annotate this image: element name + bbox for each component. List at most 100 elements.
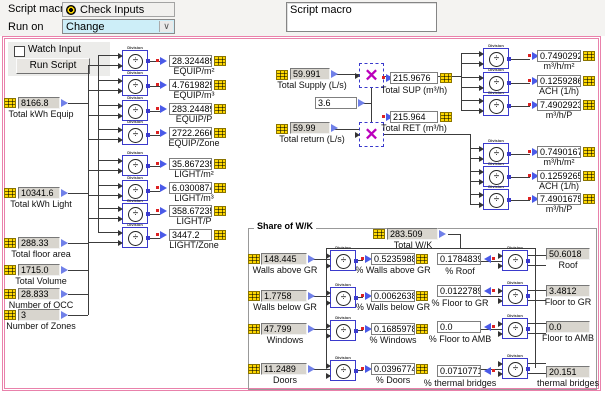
divide-node[interactable]: Division÷	[122, 180, 148, 201]
output-00122789[interactable]: 0.0122789	[437, 285, 481, 297]
wire	[509, 200, 530, 201]
label-total-ret-m-h: Total RET (m³/h)	[372, 124, 456, 133]
watch-icon	[214, 230, 226, 240]
divide-icon: ÷	[128, 159, 143, 174]
in-arrow-icon	[156, 129, 167, 137]
node-caption: Division	[491, 246, 539, 250]
divide-node[interactable]: Division÷	[122, 75, 148, 96]
input-81668[interactable]: 8166.8	[18, 97, 60, 109]
label-total-return-l-s: Total return (L/s)	[267, 135, 357, 144]
divide-node[interactable]: Division÷	[122, 227, 148, 248]
node-input-arrow	[326, 363, 331, 369]
label-m-h-p: m³/h/P	[520, 111, 598, 120]
out-arrow-icon	[61, 266, 68, 274]
divide-icon: ÷	[128, 128, 143, 143]
run-script-button[interactable]: Run Script	[16, 58, 90, 74]
input-59991[interactable]: 59.991	[290, 68, 330, 80]
wire	[98, 55, 120, 56]
out-arrow-icon	[358, 99, 365, 107]
output-36[interactable]: 3.6	[315, 97, 357, 109]
label-total-volume: Total Volume	[0, 277, 82, 286]
divide-node[interactable]: Division÷	[483, 72, 509, 93]
input-34812[interactable]: 3.4812	[546, 285, 590, 297]
divide-node[interactable]: Division÷	[502, 358, 528, 379]
node-output-port	[526, 327, 530, 331]
output-00396774[interactable]: 0.0396774	[371, 363, 415, 375]
node-output-port	[146, 59, 150, 63]
run-on-label: Run on	[8, 21, 43, 33]
output-00710771[interactable]: 0.0710771	[437, 365, 481, 377]
divide-icon: ÷	[508, 362, 523, 377]
node-input-arrow	[118, 88, 123, 94]
watch-icon	[416, 254, 428, 264]
divide-node[interactable]: Division÷	[122, 50, 148, 71]
node-input-arrow	[118, 53, 123, 59]
watch-icon	[4, 289, 16, 299]
chevron-down-icon[interactable]: ∨	[159, 21, 173, 32]
divide-node[interactable]: Division÷	[122, 155, 148, 176]
watch-icon	[583, 171, 595, 181]
watch-icon	[248, 291, 260, 301]
divide-node[interactable]: Division÷	[122, 203, 148, 224]
wire	[98, 129, 120, 130]
input-17758[interactable]: 1.7758	[261, 290, 307, 302]
divide-icon: ÷	[128, 104, 143, 119]
input-5999[interactable]: 59.99	[290, 122, 330, 134]
run-on-dropdown[interactable]: Change ∨	[62, 19, 175, 34]
input-00[interactable]: 0.0	[546, 321, 590, 333]
node-caption: Division	[472, 139, 520, 143]
output-01784839[interactable]: 0.1784839	[437, 253, 481, 265]
wire	[528, 323, 546, 324]
wire	[461, 110, 481, 111]
wire	[68, 315, 88, 316]
input-28833[interactable]: 28.833	[18, 288, 60, 300]
output-2159676[interactable]: 215.9676	[390, 72, 438, 84]
wire	[98, 80, 120, 81]
input-47799[interactable]: 47.799	[261, 323, 307, 335]
input-28833[interactable]: 288.33	[18, 237, 60, 249]
divide-icon: ÷	[128, 207, 143, 222]
label-m-h-m: m³/h/m²	[520, 158, 598, 167]
label-equip-zone: EQUIP/Zone	[148, 139, 240, 148]
node-output-port	[507, 104, 511, 108]
input-103416[interactable]: 10341.6	[18, 187, 60, 199]
divide-node[interactable]: Division÷	[483, 143, 509, 164]
check-inputs-button[interactable]: Check Inputs	[62, 2, 175, 17]
divide-node[interactable]: Division÷	[483, 189, 509, 210]
label-floor-to-gr: % Floor to GR	[408, 299, 512, 308]
in-arrow-icon	[156, 231, 167, 239]
divide-node[interactable]: Division÷	[483, 166, 509, 187]
label-floor-to-amb: % Floor to AMB	[408, 335, 512, 344]
script-macro-window: Script macro Check Inputs Run on Change …	[0, 0, 605, 400]
wire	[461, 53, 481, 54]
input-20151[interactable]: 20.151	[546, 366, 590, 378]
divide-node[interactable]: Division÷	[122, 100, 148, 121]
output-215964[interactable]: 215.964	[390, 111, 438, 123]
input-506018[interactable]: 50.6018	[546, 248, 590, 260]
input-3[interactable]: 3	[18, 309, 60, 321]
divide-node[interactable]: Division÷	[483, 48, 509, 69]
wire	[461, 53, 462, 110]
input-17150[interactable]: 1715.0	[18, 264, 60, 276]
wire	[384, 134, 470, 135]
wire	[509, 83, 530, 84]
watch-icon	[214, 206, 226, 216]
in-arrow-icon	[484, 255, 495, 263]
input-283509[interactable]: 283.509	[387, 228, 438, 240]
label-total-kwh-light: Total kWh Light	[0, 200, 82, 209]
input-112489[interactable]: 11.2489	[261, 363, 307, 375]
input-148445[interactable]: 148.445	[261, 253, 307, 265]
divide-node[interactable]: Division÷	[483, 95, 509, 116]
wire	[98, 160, 120, 161]
out-arrow-icon	[439, 230, 446, 238]
watch-input-checkbox[interactable]	[14, 46, 25, 57]
output-00[interactable]: 0.0	[437, 321, 481, 333]
output-01685978[interactable]: 0.1685978	[371, 323, 415, 335]
out-arrow-icon	[61, 189, 68, 197]
node-input-arrow	[479, 75, 484, 81]
output-05235988[interactable]: 0.5235988	[371, 253, 415, 265]
divide-node[interactable]: Division÷	[122, 124, 148, 145]
node-output-port	[526, 367, 530, 371]
script-name-input[interactable]: Script macro	[286, 2, 437, 32]
label-equip-m: EQUIP/m³	[148, 91, 240, 100]
